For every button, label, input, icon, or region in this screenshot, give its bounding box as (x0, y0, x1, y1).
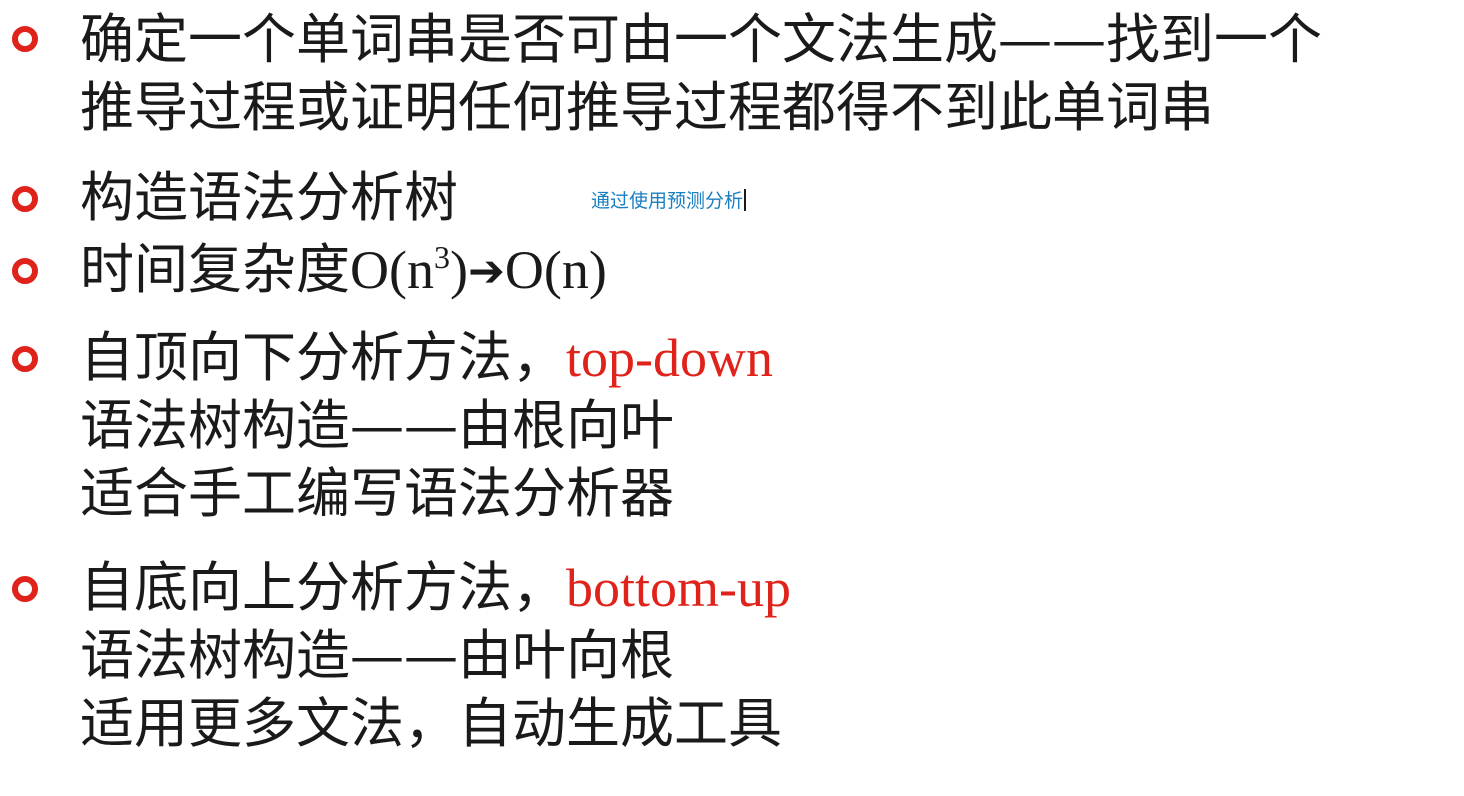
top-down-term: top-down (566, 328, 773, 388)
bullet-3-line-1: 时间复杂度O(n3)➔O(n) (80, 238, 607, 301)
complexity-expr-left: O(n (350, 240, 434, 300)
bullet-circle-icon (12, 346, 38, 372)
bullet-4-heading: 自顶向下分析方法，top-down (80, 326, 773, 389)
complexity-expr-mid: ) (449, 240, 468, 300)
slide: 确定一个单词串是否可由一个文法生成——找到一个 推导过程或证明任何推导过程都得不… (0, 0, 1464, 796)
bottom-up-label: 自底向上分析方法， (80, 556, 566, 619)
top-down-label: 自顶向下分析方法， (80, 326, 566, 389)
complexity-exponent: 3 (433, 239, 450, 275)
bullet-5-heading: 自底向上分析方法，bottom-up (80, 556, 791, 619)
bullet-circle-icon (12, 186, 38, 212)
bullet-4-line-1: 语法树构造——由根向叶 (80, 394, 674, 457)
bullet-5-line-2: 适用更多文法，自动生成工具 (80, 692, 782, 755)
bullet-1-line-1: 确定一个单词串是否可由一个文法生成——找到一个 (80, 8, 1322, 71)
bullet-5-line-1: 语法树构造——由叶向根 (80, 624, 674, 687)
bullet-1-line-2: 推导过程或证明任何推导过程都得不到此单词串 (80, 76, 1214, 139)
text-caret (744, 189, 747, 211)
bullet-2-line-1: 构造语法分析树 (80, 166, 458, 229)
annotation-text-box[interactable]: 通过使用预测分析 (591, 188, 747, 214)
bullet-circle-icon (12, 258, 38, 284)
annotation-text: 通过使用预测分析 (591, 190, 744, 212)
complexity-expr-right: O(n) (504, 240, 607, 300)
right-arrow-icon: ➔ (467, 246, 505, 297)
bullet-4-line-2: 适合手工编写语法分析器 (80, 462, 674, 525)
bullet-circle-icon (12, 576, 38, 602)
bottom-up-term: bottom-up (566, 558, 791, 618)
bullet-circle-icon (12, 26, 38, 52)
complexity-label: 时间复杂度 (80, 238, 350, 301)
